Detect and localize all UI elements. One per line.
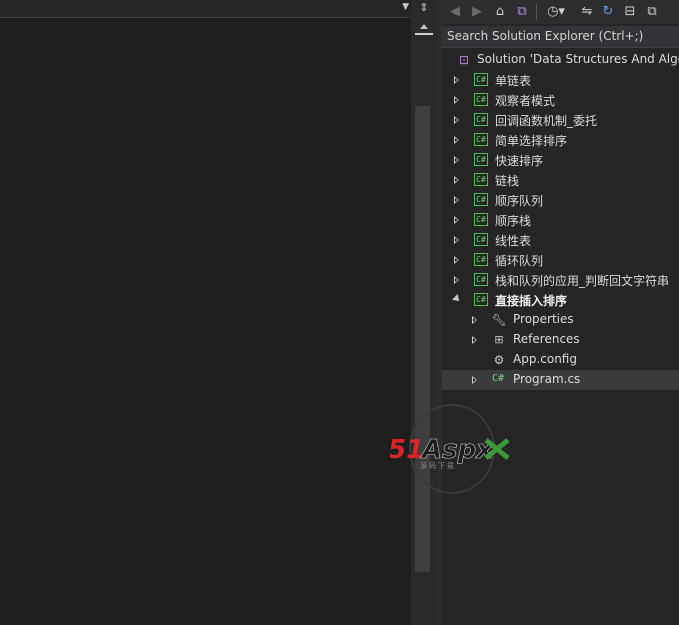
csharp-project-icon: C# — [474, 193, 488, 206]
home-icon[interactable]: ⌂ — [492, 3, 508, 21]
chevron-down-icon[interactable]: ▼ — [402, 2, 409, 12]
expand-arrow-icon[interactable] — [454, 116, 459, 124]
svg-text:51: 51 — [390, 435, 424, 465]
split-window-icon[interactable]: ⇕ — [417, 1, 431, 15]
csharp-project-icon: C# — [474, 173, 488, 186]
config-file-icon: ⚙ — [493, 353, 505, 367]
csharp-project-icon: C# — [474, 133, 488, 146]
tree-row-project[interactable]: C# 单链表 — [442, 70, 679, 90]
code-editor[interactable]: ▼ — [0, 0, 411, 625]
expand-arrow-icon[interactable] — [472, 376, 477, 384]
history-icon[interactable]: ◷▾ — [543, 3, 569, 21]
watermark-logo: 51 Aspx 源码下载 — [388, 402, 515, 497]
back-icon[interactable]: ◀ — [448, 3, 462, 21]
tree-row-project[interactable]: C# 线性表 — [442, 230, 679, 250]
search-input[interactable]: Search Solution Explorer (Ctrl+;) — [442, 26, 679, 48]
collapse-arrow-icon[interactable] — [452, 294, 462, 304]
csharp-project-icon: C# — [474, 153, 488, 166]
csharp-project-icon: C# — [474, 253, 488, 266]
solution-label: Solution 'Data Structures And Algo — [477, 52, 679, 66]
item-label: Properties — [513, 312, 574, 326]
tree-row-project[interactable]: C# 观察者模式 — [442, 90, 679, 110]
wrench-icon: 🔧︎ — [491, 313, 507, 327]
tree-row-solution[interactable]: ⊡ Solution 'Data Structures And Algo — [442, 50, 679, 70]
project-label: 顺序栈 — [495, 214, 532, 228]
project-label: 快速排序 — [495, 154, 544, 168]
csharp-file-icon: C# — [491, 373, 505, 384]
project-label: 栈和队列的应用_判断回文字符串 — [495, 274, 670, 288]
scroll-up-arrow-icon[interactable] — [420, 24, 428, 29]
tree-row-project[interactable]: C# 循环队列 — [442, 250, 679, 270]
tree-row-project[interactable]: C# 回调函数机制_委托 — [442, 110, 679, 130]
tree-row-properties[interactable]: 🔧︎ Properties — [442, 310, 679, 330]
csharp-project-icon: C# — [474, 233, 488, 246]
vertical-scrollbar[interactable]: ⇕ — [411, 0, 437, 625]
tree-row-project[interactable]: C# 栈和队列的应用_判断回文字符串 — [442, 270, 679, 290]
expand-arrow-icon[interactable] — [454, 256, 459, 264]
toolbar-separator — [536, 4, 537, 20]
csharp-project-icon: C# — [474, 213, 488, 226]
expand-arrow-icon[interactable] — [472, 316, 477, 324]
project-label: 观察者模式 — [495, 94, 556, 108]
expand-arrow-icon[interactable] — [454, 136, 459, 144]
copy-icon[interactable]: ⧉ — [644, 3, 660, 21]
solution-explorer-toolbar: ◀ ▶ ⌂ ⧉ ◷▾ ⇋ ↻ ⊟ ⧉ — [442, 0, 679, 24]
expand-arrow-icon[interactable] — [454, 276, 459, 284]
item-label: App.config — [513, 352, 577, 366]
vs-switch-icon[interactable]: ⧉ — [513, 3, 531, 21]
search-placeholder: Search Solution Explorer (Ctrl+;) — [447, 29, 644, 43]
project-label: 线性表 — [495, 234, 532, 248]
tree-row-project[interactable]: C# 顺序栈 — [442, 210, 679, 230]
references-icon: ⊞ — [494, 333, 504, 346]
expand-arrow-icon[interactable] — [454, 216, 459, 224]
expand-arrow-icon[interactable] — [454, 176, 459, 184]
svg-text:Aspx: Aspx — [420, 435, 494, 465]
csharp-project-icon: C# — [474, 113, 488, 126]
csharp-project-icon: C# — [474, 73, 488, 86]
project-label: 单链表 — [495, 74, 532, 88]
tree-row-app-config[interactable]: ⚙ App.config — [442, 350, 679, 370]
item-label: References — [513, 332, 580, 346]
tree-row-references[interactable]: ⊞ References — [442, 330, 679, 350]
svg-text:源码下载: 源码下载 — [420, 461, 456, 470]
sync-icon[interactable]: ⇋ — [579, 3, 595, 21]
tree-row-expanded-project[interactable]: C# 直接插入排序 — [442, 290, 679, 310]
tree-row-project[interactable]: C# 链栈 — [442, 170, 679, 190]
csharp-project-icon: C# — [474, 93, 488, 106]
tree-row-program-cs[interactable]: C# Program.cs — [442, 370, 679, 390]
tree-row-project[interactable]: C# 简单选择排序 — [442, 130, 679, 150]
expand-arrow-icon[interactable] — [454, 156, 459, 164]
project-label: 简单选择排序 — [495, 134, 568, 148]
scrollbar-caret-marker — [415, 33, 433, 35]
project-label: 顺序队列 — [495, 194, 544, 208]
expand-arrow-icon[interactable] — [454, 76, 459, 84]
refresh-icon[interactable]: ↻ — [600, 3, 616, 21]
tree-row-project[interactable]: C# 快速排序 — [442, 150, 679, 170]
expand-arrow-icon[interactable] — [472, 336, 477, 344]
editor-navigation-bar: ▼ — [0, 0, 411, 18]
project-label: 链栈 — [495, 174, 520, 188]
project-label: 直接插入排序 — [495, 294, 568, 308]
expand-arrow-icon[interactable] — [454, 196, 459, 204]
item-label: Program.cs — [513, 372, 581, 386]
project-label: 回调函数机制_委托 — [495, 114, 598, 128]
tree-row-project[interactable]: C# 顺序队列 — [442, 190, 679, 210]
expand-arrow-icon[interactable] — [454, 96, 459, 104]
collapse-icon[interactable]: ⊟ — [622, 3, 638, 21]
forward-icon[interactable]: ▶ — [470, 3, 484, 21]
project-label: 循环队列 — [495, 254, 544, 268]
csharp-project-icon: C# — [474, 273, 488, 286]
solution-explorer: ◀ ▶ ⌂ ⧉ ◷▾ ⇋ ↻ ⊟ ⧉ Search Solution Explo… — [442, 0, 679, 625]
csharp-project-icon: C# — [474, 293, 488, 306]
scrollbar-thumb[interactable] — [415, 106, 430, 572]
expand-arrow-icon[interactable] — [454, 236, 459, 244]
solution-icon: ⊡ — [458, 53, 470, 67]
